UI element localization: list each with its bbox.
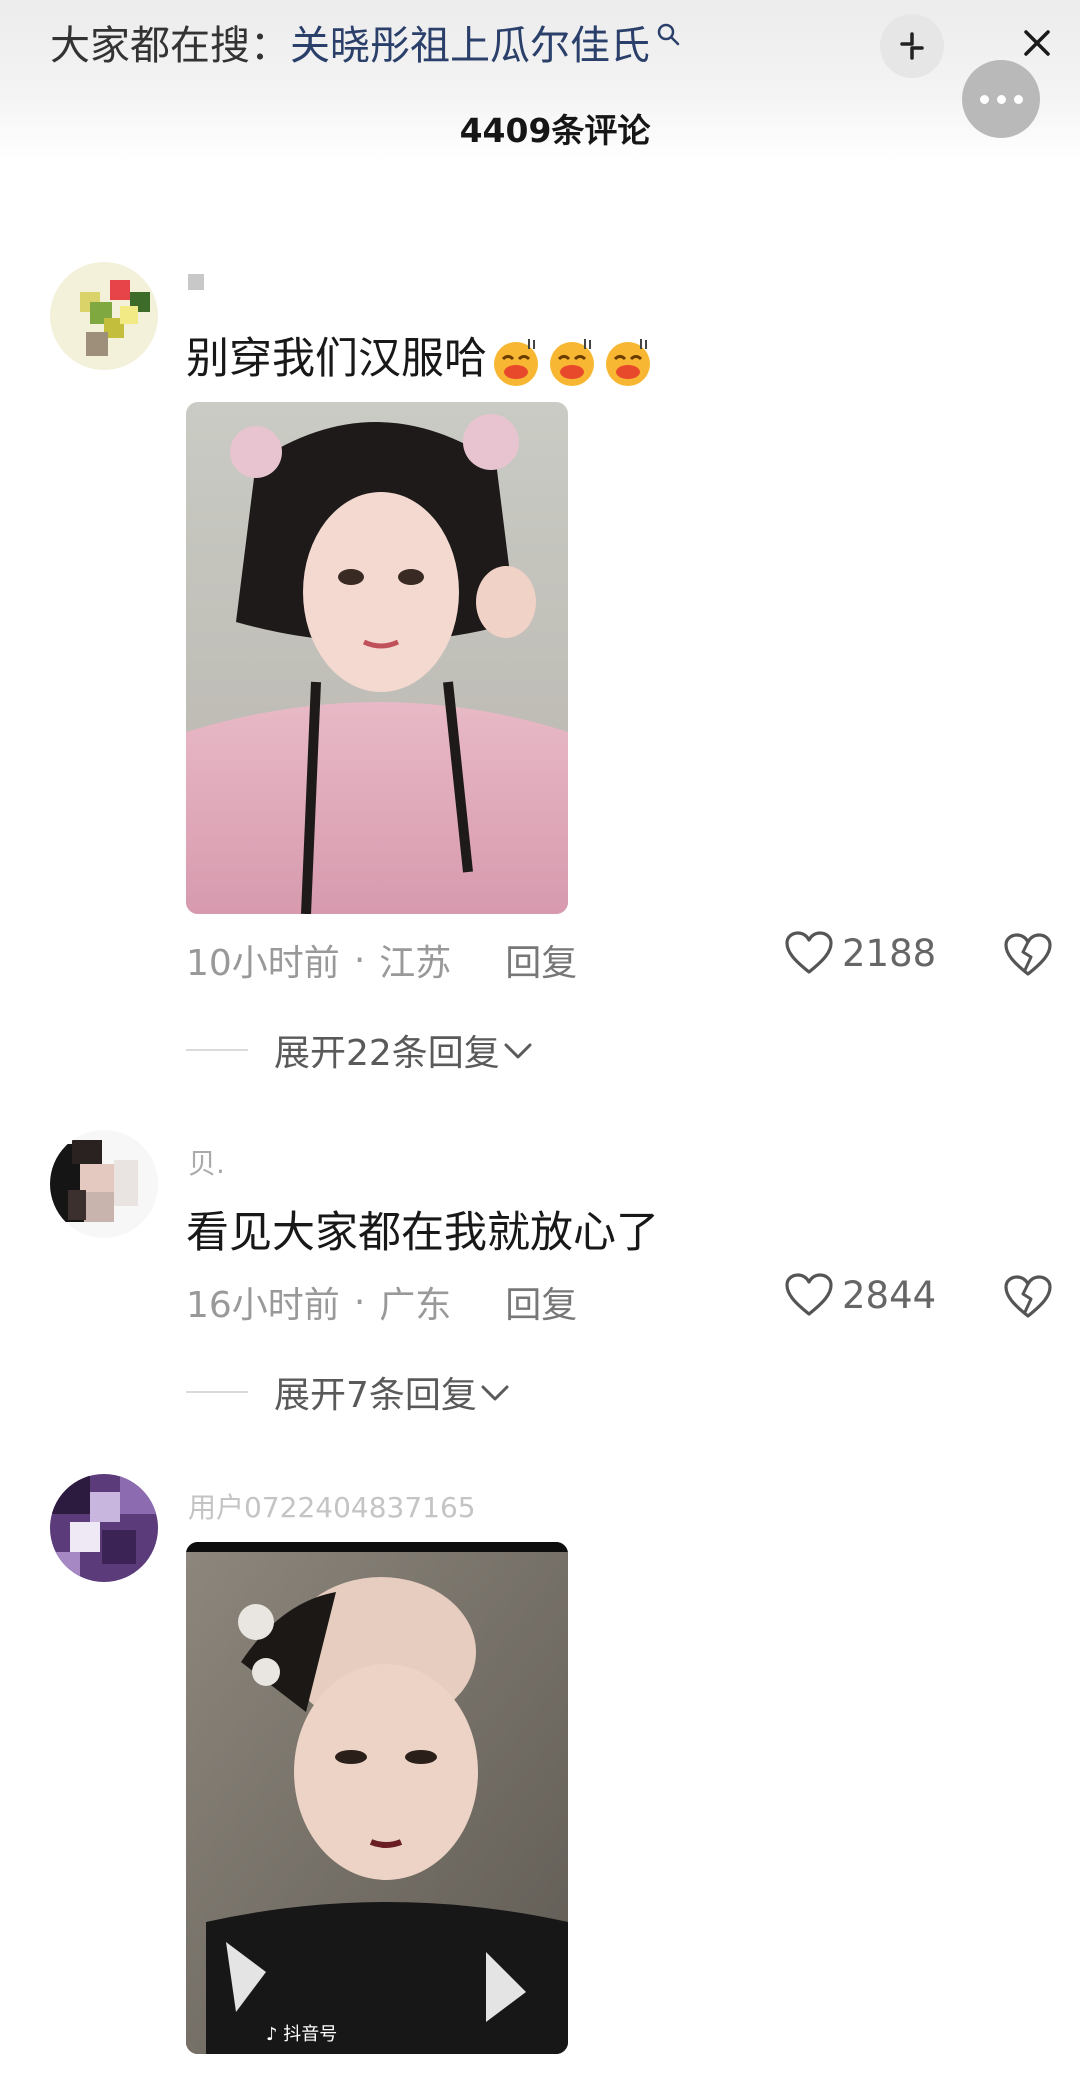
comments-header: 大家都在搜： 关晓彤祖上瓜尔佳氏 4409条评论 bbox=[0, 0, 1080, 160]
more-dot-icon bbox=[996, 94, 1006, 104]
comment-image[interactable]: ♪ 抖音号 bbox=[186, 1542, 568, 2054]
like-button[interactable]: 2188 bbox=[784, 930, 936, 976]
comment-image[interactable] bbox=[186, 402, 568, 914]
search-term-link[interactable]: 关晓彤祖上瓜尔佳氏 bbox=[290, 13, 650, 71]
comment-location: 江苏 bbox=[379, 943, 452, 984]
reply-button[interactable]: 回复 bbox=[505, 934, 577, 986]
chevron-down-icon bbox=[481, 1385, 509, 1401]
pixelated-avatar-image bbox=[50, 262, 158, 370]
expand-replies-button[interactable]: 展开7条回复 bbox=[186, 1366, 513, 1418]
like-count: 2188 bbox=[842, 931, 937, 975]
reply-button[interactable]: 回复 bbox=[505, 1276, 577, 1328]
comment-username[interactable]: 用户0722404837165 bbox=[188, 1486, 476, 1526]
dislike-button[interactable] bbox=[1004, 932, 1052, 982]
chevron-down-icon bbox=[504, 1043, 532, 1059]
expand-divider bbox=[186, 1391, 248, 1393]
meta-separator: · bbox=[353, 939, 366, 981]
meta-separator: · bbox=[353, 1281, 366, 1323]
collapse-icon bbox=[900, 32, 924, 60]
comment-location: 广东 bbox=[379, 1285, 452, 1326]
heart-icon bbox=[785, 1273, 833, 1316]
comment-count-title: 4409条评论 bbox=[459, 111, 651, 150]
comment-time: 10小时前 bbox=[186, 943, 340, 984]
video-watermark: ♪ 抖音号 bbox=[266, 2024, 338, 2045]
comment-text: 别穿我们汉服哈 bbox=[186, 324, 655, 389]
douyin-logo-icon: ♪ bbox=[266, 2024, 278, 2045]
comment-meta: 16小时前 · 广东 回复 bbox=[186, 1276, 577, 1328]
avatar[interactable] bbox=[50, 1474, 158, 1582]
comment-text: 看见大家都在我就放心了 bbox=[186, 1208, 659, 1258]
expand-replies-button[interactable]: 展开22条回复 bbox=[186, 1024, 536, 1076]
laughing-emoji-icon bbox=[494, 338, 538, 386]
expand-replies-label: 展开22条回复 bbox=[274, 1033, 500, 1074]
comment-username[interactable]: 贝. bbox=[188, 1142, 225, 1182]
redacted-username-block bbox=[188, 274, 204, 290]
trending-search-bar[interactable]: 大家都在搜： 关晓彤祖上瓜尔佳氏 bbox=[50, 12, 696, 72]
dislike-button[interactable] bbox=[1004, 1274, 1052, 1324]
comment-time: 16小时前 bbox=[186, 1285, 340, 1326]
expand-divider bbox=[186, 1049, 248, 1051]
like-count: 2844 bbox=[842, 1273, 937, 1317]
laughing-emoji-icon bbox=[550, 338, 594, 386]
collapse-button[interactable] bbox=[880, 14, 944, 78]
heart-icon bbox=[785, 931, 833, 974]
pixelated-avatar-image bbox=[50, 1474, 158, 1582]
pixelated-avatar-image bbox=[50, 1130, 158, 1238]
like-button[interactable]: 2844 bbox=[784, 1272, 936, 1318]
more-dot-icon bbox=[979, 94, 989, 104]
more-dot-icon bbox=[1013, 94, 1023, 104]
laughing-emoji-icon bbox=[606, 338, 650, 386]
search-prefix: 大家都在搜： bbox=[50, 23, 290, 69]
avatar[interactable] bbox=[50, 262, 158, 370]
comment-username[interactable] bbox=[188, 264, 204, 297]
avatar[interactable] bbox=[50, 1130, 158, 1238]
broken-heart-icon bbox=[1004, 1275, 1052, 1318]
expand-replies-label: 展开7条回复 bbox=[274, 1375, 477, 1416]
comment-meta: 10小时前 · 江苏 回复 bbox=[186, 934, 577, 986]
hanfu-portrait-photo bbox=[186, 402, 568, 914]
qing-dynasty-portrait-photo bbox=[186, 1542, 568, 2054]
broken-heart-icon bbox=[1004, 933, 1052, 976]
search-icon[interactable] bbox=[656, 12, 696, 52]
